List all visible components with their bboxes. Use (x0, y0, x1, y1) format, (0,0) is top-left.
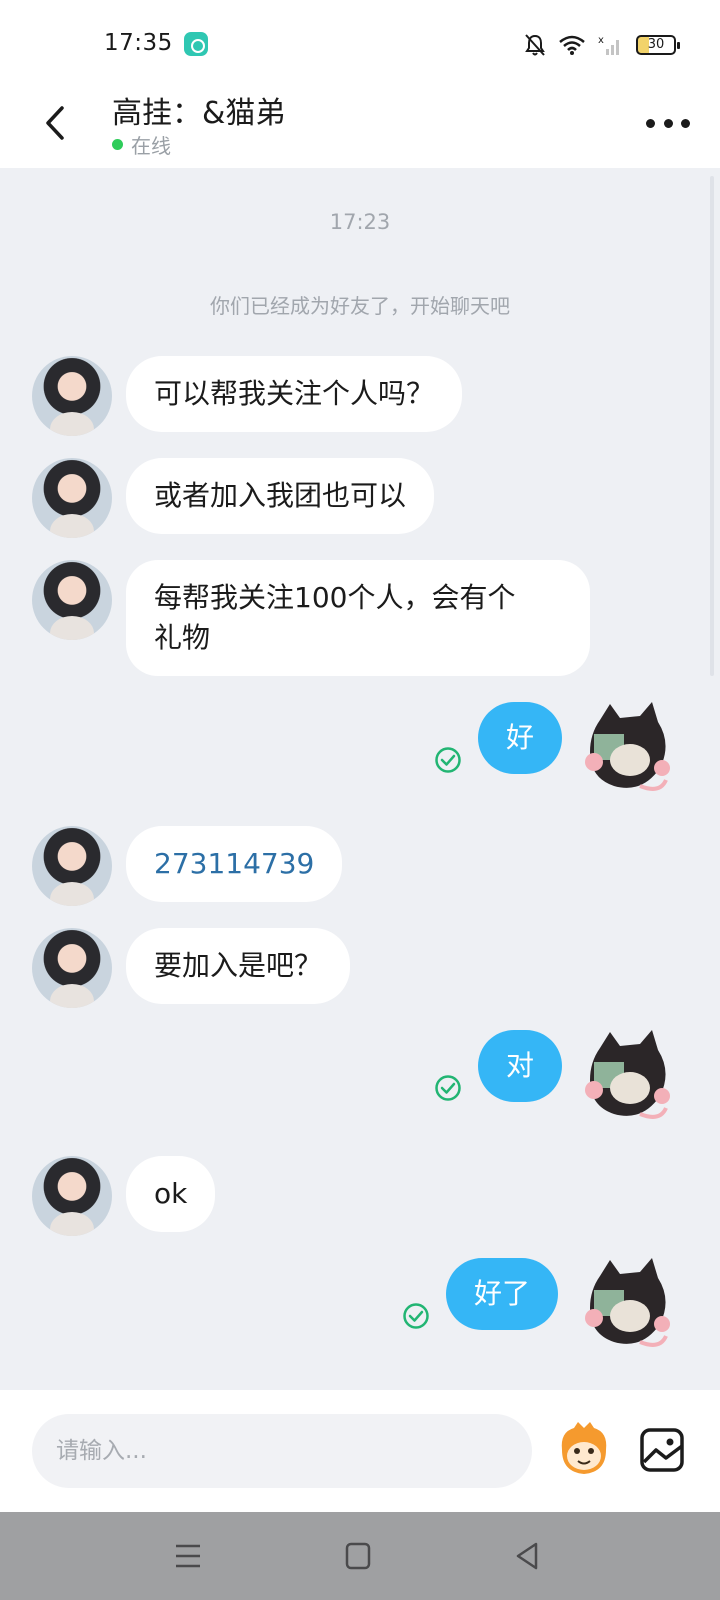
cellular-signal-icon: x (598, 35, 619, 55)
contact-avatar[interactable] (32, 1156, 112, 1236)
message-list[interactable]: 17:23 你们已经成为好友了，开始聊天吧 可以帮我关注个人吗？ 或者加入我团也… (0, 168, 720, 1390)
chat-screen: 17:35 x 30 高挂：&猫弟 在线 17:23 你们已经成为好友了，开始聊… (0, 0, 720, 1600)
contact-name: 高挂：&猫弟 (112, 96, 286, 131)
my-avatar[interactable] (580, 698, 676, 798)
status-indicators: x 30 (524, 30, 680, 60)
outgoing-message[interactable]: 对 (478, 1030, 563, 1102)
more-dots-icon[interactable] (646, 108, 690, 138)
battery-icon: 30 (636, 35, 680, 55)
system-note: 你们已经成为好友了，开始聊天吧 (210, 294, 510, 318)
incoming-message[interactable]: 每帮我关注100个人，会有个 礼物 (126, 560, 590, 676)
message-timestamp: 17:23 (329, 210, 391, 234)
read-check-icon (435, 747, 461, 773)
back-triangle-icon[interactable] (508, 1538, 548, 1574)
app-notification-icon (184, 32, 208, 56)
presence-label: 在线 (131, 134, 171, 158)
compose-bar (0, 1390, 720, 1512)
wifi-icon (559, 35, 585, 55)
contact-avatar[interactable] (32, 826, 112, 906)
message-line: 每帮我关注100个人，会有个 (154, 581, 516, 614)
contact-avatar[interactable] (32, 458, 112, 538)
back-arrow-icon[interactable] (36, 98, 76, 148)
my-avatar[interactable] (580, 1026, 676, 1126)
read-check-icon (435, 1075, 461, 1101)
status-time: 17:35 (104, 30, 173, 56)
read-check-icon (403, 1303, 429, 1329)
incoming-message[interactable]: ok (126, 1156, 216, 1232)
presence-status: 在线 (112, 130, 171, 159)
scrollbar[interactable] (710, 176, 714, 676)
incoming-message[interactable]: 可以帮我关注个人吗？ (126, 356, 463, 432)
sticker-icon[interactable] (554, 1420, 614, 1480)
system-nav-bar (0, 1512, 720, 1600)
incoming-message-link[interactable]: 273114739 (126, 826, 343, 902)
svg-text:x: x (598, 35, 604, 46)
outgoing-message[interactable]: 好 (478, 702, 563, 774)
chat-header: 高挂：&猫弟 在线 (0, 84, 720, 168)
online-dot (112, 139, 123, 150)
image-icon[interactable] (638, 1420, 688, 1480)
outgoing-message[interactable]: 好了 (446, 1258, 559, 1330)
status-bar: 17:35 x 30 (0, 0, 720, 84)
contact-avatar[interactable] (32, 356, 112, 436)
incoming-message[interactable]: 要加入是吧？ (126, 928, 351, 1004)
contact-avatar[interactable] (32, 928, 112, 1008)
menu-icon[interactable] (168, 1538, 208, 1574)
incoming-message[interactable]: 或者加入我团也可以 (126, 458, 435, 534)
contact-avatar[interactable] (32, 560, 112, 640)
mute-bell-icon (525, 34, 545, 56)
message-line: 礼物 (154, 621, 211, 654)
my-avatar[interactable] (580, 1254, 676, 1354)
message-input[interactable] (32, 1414, 532, 1488)
home-icon[interactable] (338, 1538, 378, 1574)
